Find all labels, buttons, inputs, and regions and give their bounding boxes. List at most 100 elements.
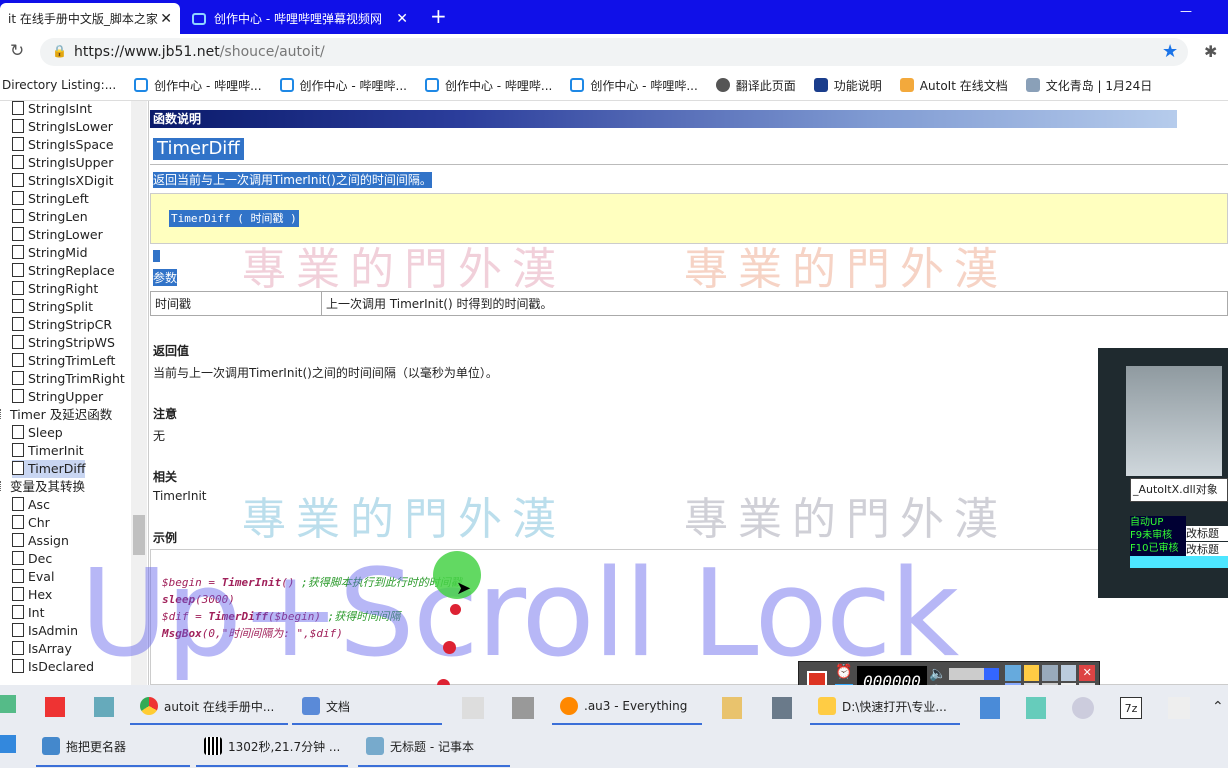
- tree-item-label: StringReplace: [28, 263, 115, 278]
- taskbar-everything[interactable]: .au3 - Everything: [560, 691, 687, 721]
- document-icon: [12, 317, 24, 331]
- tree-item[interactable]: StringIsXDigit: [12, 172, 113, 190]
- taskbar-docs[interactable]: 文档: [302, 691, 350, 721]
- close-icon[interactable]: ✕: [1079, 665, 1095, 681]
- tree-item[interactable]: IsArray: [12, 640, 72, 658]
- tree-item[interactable]: StringIsInt: [12, 101, 92, 118]
- app-icon[interactable]: [980, 697, 1000, 719]
- tree-item[interactable]: StringIsUpper: [12, 154, 113, 172]
- cyan-strip: [1130, 556, 1228, 568]
- tree-item[interactable]: StringSplit: [12, 298, 93, 316]
- extensions-icon[interactable]: ✱: [1204, 42, 1217, 61]
- app-icon[interactable]: [1072, 697, 1094, 719]
- tree-item[interactable]: Eval: [12, 568, 54, 586]
- active-indicator: [130, 723, 288, 725]
- tree-item[interactable]: StringTrimLeft: [12, 352, 115, 370]
- 7zip-icon[interactable]: 7z: [1120, 697, 1142, 719]
- bilibili-icon: [192, 12, 206, 25]
- tree-item[interactable]: StringRight: [12, 280, 98, 298]
- tree-item[interactable]: StringUpper: [12, 388, 103, 406]
- tree-item[interactable]: Sleep: [12, 424, 63, 442]
- tree-item-label: Sleep: [28, 425, 63, 440]
- arrow-icon[interactable]: [1060, 665, 1077, 681]
- gear-icon[interactable]: [1042, 665, 1058, 681]
- bookmark-bilibili-2[interactable]: 创作中心 - 哔哩哔...: [279, 77, 407, 94]
- tree-item[interactable]: Assign: [12, 532, 69, 550]
- tree-item[interactable]: StringStripCR: [12, 316, 112, 334]
- document-icon: [12, 659, 24, 673]
- tree-folder[interactable]: Timer 及延迟函数: [0, 406, 112, 424]
- related-link[interactable]: TimerInit: [153, 489, 206, 503]
- tree-item[interactable]: StringMid: [12, 244, 88, 262]
- taskbar-renamer[interactable]: 拖把更名器: [42, 731, 126, 761]
- tree-item[interactable]: Int: [12, 604, 45, 622]
- document-icon: [12, 155, 24, 169]
- bookmark-directory-listing[interactable]: Directory Listing:...: [2, 78, 116, 92]
- folder-icon[interactable]: [722, 697, 742, 719]
- lock-icon[interactable]: 🔒: [52, 44, 67, 58]
- bookmark-autoit-docs[interactable]: AutoIt 在线文档: [899, 77, 1008, 94]
- taskbar-notepad[interactable]: 无标题 - 记事本: [366, 731, 474, 761]
- bookmark-bilibili-4[interactable]: 创作中心 - 哔哩哔...: [570, 77, 698, 94]
- document-icon: [12, 101, 24, 115]
- bookmark-feature-desc[interactable]: 功能说明: [813, 77, 882, 94]
- tree-item-label: Assign: [28, 533, 69, 548]
- new-tab-button[interactable]: +: [430, 4, 447, 28]
- bookmark-translate[interactable]: 翻译此页面: [715, 77, 796, 94]
- reload-icon[interactable]: ↻: [10, 41, 24, 61]
- bookmark-bilibili-1[interactable]: 创作中心 - 哔哩哔...: [134, 77, 262, 94]
- chevron-up-icon[interactable]: ⌃: [1212, 699, 1224, 715]
- tree-item[interactable]: StringReplace: [12, 262, 115, 280]
- title-divider: [150, 164, 1228, 165]
- tree-item[interactable]: StringStripWS: [12, 334, 115, 352]
- bookmark-bilibili-3[interactable]: 创作中心 - 哔哩哔...: [424, 77, 552, 94]
- app-icon[interactable]: [94, 697, 114, 717]
- app-icon[interactable]: [45, 697, 65, 717]
- app-icon[interactable]: [0, 695, 16, 713]
- active-indicator: [552, 723, 702, 725]
- app-icon[interactable]: [462, 697, 484, 719]
- rename-title-button-2[interactable]: 改标题: [1186, 542, 1228, 557]
- bookmark-star-icon[interactable]: ★: [1162, 41, 1178, 62]
- tree-item[interactable]: StringIsLower: [12, 118, 113, 136]
- app-icon[interactable]: [512, 697, 534, 719]
- tree-item[interactable]: StringLower: [12, 226, 103, 244]
- app-icon[interactable]: [1168, 697, 1190, 719]
- tree-item[interactable]: StringTrimRight: [12, 370, 125, 388]
- tree-item-label: StringTrimRight: [28, 371, 125, 386]
- tree-item-label: StringMid: [28, 245, 88, 260]
- return-text: 当前与上一次调用TimerInit()之间的时间间隔（以毫秒为单位）。: [153, 366, 498, 380]
- minimize-button[interactable]: —: [1180, 4, 1192, 18]
- close-icon[interactable]: ✕: [160, 11, 172, 27]
- tree-item[interactable]: Dec: [12, 550, 52, 568]
- tree-item[interactable]: IsAdmin: [12, 622, 78, 640]
- tab-bilibili[interactable]: 创作中心 - 哔哩哔哩弹幕视频网 ✕: [184, 3, 416, 34]
- app-icon[interactable]: [1026, 697, 1046, 719]
- tree-item-label: IsArray: [28, 641, 72, 656]
- tree-item[interactable]: Hex: [12, 586, 52, 604]
- taskbar-timer[interactable]: 1302秒,21.7分钟 ...: [204, 731, 340, 761]
- tree-item-label: Hex: [28, 587, 53, 602]
- app-icon[interactable]: [772, 697, 792, 719]
- tab-autoit-manual[interactable]: it 在线手册中文版_脚本之家 ✕: [0, 3, 180, 34]
- close-icon[interactable]: ✕: [396, 11, 408, 27]
- bookmark-culture-qingdao[interactable]: 文化青岛 | 1月24日: [1025, 77, 1152, 94]
- rename-title-button-1[interactable]: 改标题: [1186, 526, 1228, 541]
- tree-item[interactable]: Chr: [12, 514, 50, 532]
- taskbar-explorer[interactable]: D:\快速打开\专业...: [818, 691, 947, 721]
- folder-icon[interactable]: [1023, 665, 1040, 681]
- app-icon[interactable]: [0, 735, 16, 753]
- tree-item[interactable]: TimerInit: [12, 442, 84, 460]
- tab-label: it 在线手册中文版_脚本之家: [8, 12, 158, 26]
- taskbar-chrome[interactable]: autoit 在线手册中...: [140, 691, 274, 721]
- tree-item[interactable]: StringLen: [12, 208, 88, 226]
- tree-item[interactable]: TimerDiff: [12, 460, 86, 478]
- active-indicator: [196, 765, 348, 767]
- tree-item[interactable]: Asc: [12, 496, 50, 514]
- tree-item[interactable]: StringLeft: [12, 190, 89, 208]
- address-bar[interactable]: 🔒 https://www.jb51.net/shouce/autoit/ ★: [40, 38, 1188, 66]
- tree-folder[interactable]: 变量及其转换: [0, 478, 85, 496]
- webcam-icon[interactable]: [1005, 665, 1021, 681]
- tree-item[interactable]: StringIsSpace: [12, 136, 114, 154]
- bookmarks-bar: Directory Listing:... 创作中心 - 哔哩哔... 创作中心…: [0, 70, 1228, 101]
